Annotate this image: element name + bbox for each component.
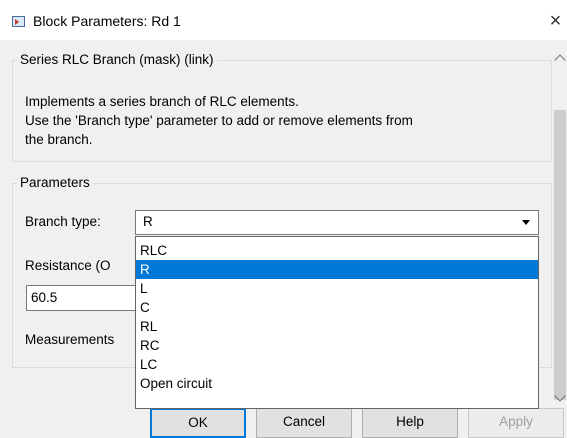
dropdown-option[interactable]: L (136, 279, 538, 298)
description-line: Implements a series branch of RLC elemen… (25, 94, 299, 109)
branch-type-select[interactable]: R (135, 210, 539, 235)
scrollbar-thumb[interactable] (554, 110, 566, 400)
mask-header: Series RLC Branch (mask) (link) (17, 52, 217, 67)
branch-type-dropdown-list: RLC R L C RL RC LC Open circuit (135, 236, 539, 409)
help-button[interactable]: Help (362, 408, 458, 438)
ok-button[interactable]: OK (150, 408, 246, 438)
dropdown-option[interactable]: RC (136, 336, 538, 355)
resistance-value: 60.5 (31, 290, 58, 305)
apply-button[interactable]: Apply (468, 408, 564, 438)
vertical-scrollbar[interactable] (553, 40, 567, 410)
description-line: the branch. (25, 132, 93, 147)
cancel-button[interactable]: Cancel (256, 408, 352, 438)
dropdown-option[interactable]: C (136, 298, 538, 317)
dropdown-option[interactable]: Open circuit (136, 374, 538, 393)
close-button[interactable]: × (544, 8, 567, 34)
mask-description: Implements a series branch of RLC elemen… (25, 92, 413, 149)
dropdown-option[interactable]: LC (136, 355, 538, 374)
dropdown-option[interactable]: RLC (136, 241, 538, 260)
description-line: Use the 'Branch type' parameter to add o… (25, 113, 413, 128)
parameters-header: Parameters (17, 175, 93, 190)
dropdown-option[interactable]: R (136, 260, 538, 279)
measurements-label: Measurements (25, 332, 115, 347)
chevron-down-icon (522, 220, 530, 225)
window-title: Block Parameters: Rd 1 (33, 13, 181, 29)
resistance-label: Resistance (O (25, 258, 111, 273)
dropdown-option[interactable]: RL (136, 317, 538, 336)
branch-type-label: Branch type: (25, 214, 101, 229)
branch-type-value: R (143, 214, 153, 229)
title-bar: Block Parameters: Rd 1 × (0, 0, 567, 40)
simulink-block-icon (12, 16, 25, 27)
scroll-up-icon[interactable] (554, 54, 566, 66)
